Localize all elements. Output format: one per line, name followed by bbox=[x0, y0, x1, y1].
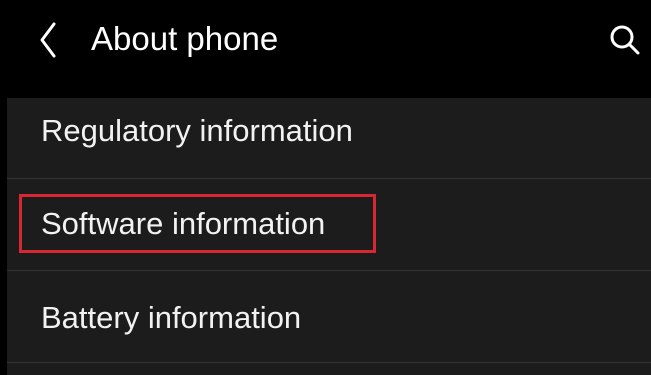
search-button[interactable] bbox=[605, 20, 645, 60]
menu-item-label: Regulatory information bbox=[41, 113, 353, 148]
divider bbox=[7, 362, 651, 363]
menu-item-label: Battery information bbox=[41, 300, 302, 335]
menu-item-label: Software information bbox=[41, 206, 326, 241]
back-button[interactable] bbox=[30, 18, 70, 62]
app-bar: About phone bbox=[0, 0, 651, 98]
search-icon bbox=[610, 25, 640, 55]
page-title: About phone bbox=[91, 20, 279, 57]
chevron-left-icon bbox=[40, 22, 56, 58]
